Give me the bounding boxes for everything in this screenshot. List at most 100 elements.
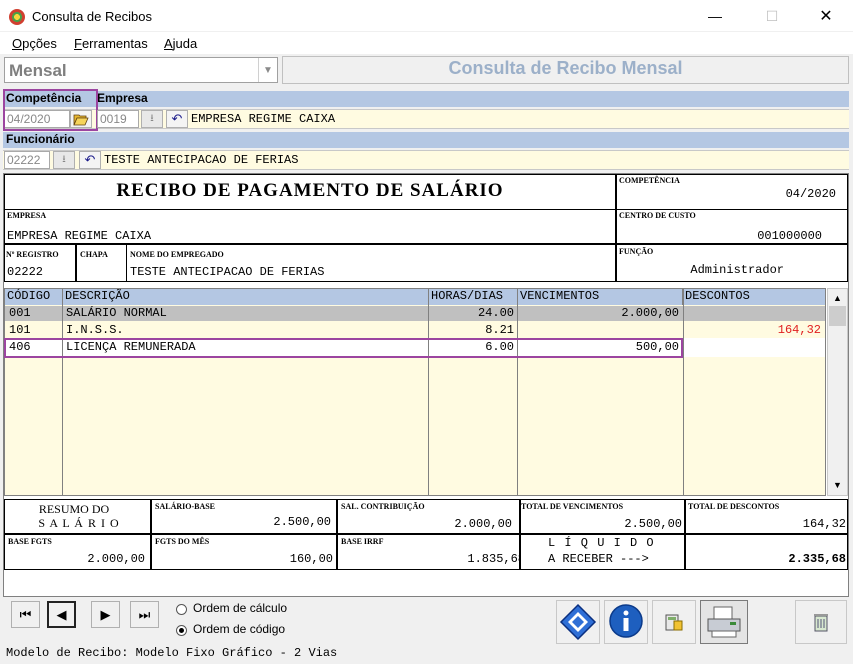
calculator-button[interactable] [652,600,696,644]
empresa-cell-label: EMPRESA [7,211,47,220]
window-title: Consulta de Recibos [32,9,152,24]
empresa-code-input[interactable]: 0019 [97,110,139,128]
funcionario-code-input[interactable]: 02222 [4,151,50,169]
menu-opcoes[interactable]: Opções [12,36,57,51]
order-code-radio[interactable] [176,625,187,636]
fgts-mes-value: 160,00 [289,552,333,566]
total-venc-label: TOTAL DE VENCIMENTOS [521,502,624,511]
centro-custo-value: 001000000 [757,229,822,243]
prev-icon: ◀ [56,606,67,622]
centro-custo-label: CENTRO DE CUSTO [619,211,696,220]
competencia-cell-label: COMPETÊNCIA [619,176,680,185]
menu-ajuda[interactable]: Ajuda [164,36,197,51]
cell-descontos: 164,32 [777,323,821,337]
scroll-down-icon[interactable]: ▼ [829,477,846,493]
cell-vencimentos [518,322,682,339]
liquido-line1: L Í Q U I D O [548,536,655,550]
funcionario-name: TESTE ANTECIPACAO DE FERIAS [104,153,299,167]
chapa-label: CHAPA [80,250,108,259]
empresa-label: Empresa [97,91,148,105]
app-icon [9,9,25,25]
print-button[interactable] [700,600,748,644]
fgts-mes-label: FGTS DO MÊS [155,537,210,546]
sal-contrib-label: SAL. CONTRIBUIÇÃO [341,502,425,511]
first-record-button[interactable]: ⏮ [11,601,40,628]
cell-codigo: 101 [9,323,31,337]
funcionario-undo-icon[interactable]: ↶ [79,151,101,169]
cell-vencimentos: 2.000,00 [621,306,679,320]
calculator-icon [665,614,683,631]
funcionario-download-icon[interactable]: ⭳ [53,151,75,169]
delete-button[interactable] [795,600,847,644]
resumo-line1: RESUMO DO [38,502,110,516]
table-row[interactable]: 101 I.N.S.S. 8.21 164,32 [4,322,824,339]
next-record-button[interactable]: ▶ [91,601,120,628]
col-descontos[interactable]: DESCONTOS [683,289,825,305]
registro-value: 02222 [7,265,44,279]
info-button[interactable] [604,600,648,644]
diamond-arrows-icon [559,603,597,641]
cell-codigo: 001 [9,306,31,320]
order-calc-label[interactable]: Ordem de cálculo [193,601,287,615]
empresa-undo-icon[interactable]: ↶ [166,110,188,128]
nome-label: NOME DO EMPREGADO [130,250,224,259]
cell-descontos [684,339,824,356]
base-irrf-value: 1.835,68 [467,552,525,566]
nome-value: TESTE ANTECIPACAO DE FERIAS [130,265,325,279]
cell-descontos [684,305,824,322]
close-button[interactable]: ✕ [803,0,849,32]
col-horas[interactable]: HORAS/DIAS [429,289,518,305]
mode-select-value: Mensal [9,61,67,80]
cell-horas: 8.21 [485,323,514,337]
cell-horas: 24.00 [477,306,514,320]
mode-title: Consulta de Recibo Mensal [448,58,683,78]
printer-icon [707,606,741,638]
funcao-label: FUNÇÃO [619,247,654,256]
liquido-value: 2.335,68 [788,552,846,566]
salario-base-label: SALÁRIO-BASE [155,502,216,511]
prev-record-button[interactable]: ◀ [47,601,76,628]
total-desc-value: 164,32 [802,517,846,531]
selected-row-highlight [4,338,683,358]
scroll-up-icon[interactable]: ▲ [829,290,846,306]
total-venc-value: 2.500,00 [624,517,682,531]
scroll-thumb[interactable] [829,306,846,326]
last-record-button[interactable]: ⏭ [130,601,159,628]
recalculate-button[interactable] [556,600,600,644]
col-codigo[interactable]: CÓDIGO [5,289,63,305]
resumo-line2: S A L Á R I O [38,516,120,530]
base-fgts-label: BASE FGTS [8,537,52,546]
competencia-highlight [3,89,98,131]
cell-descricao: SALÁRIO NORMAL [66,306,167,320]
empresa-name: EMPRESA REGIME CAIXA [191,112,336,126]
order-code-label[interactable]: Ordem de código [193,622,285,636]
table-row[interactable]: 001 SALÁRIO NORMAL 24.00 2.000,00 [4,305,824,322]
receipt-title: RECIBO DE PAGAMENTO DE SALÁRIO [116,180,504,201]
base-irrf-label: BASE IRRF [341,537,384,546]
funcionario-header [3,132,849,148]
next-icon: ▶ [100,606,111,622]
col-descricao[interactable]: DESCRIÇÃO [63,289,429,305]
info-icon [609,604,643,638]
salario-base-value: 2.500,00 [273,515,331,529]
total-desc-label: TOTAL DE DESCONTOS [688,502,780,511]
maximize-button[interactable]: ☐ [749,0,795,32]
funcao-value: Administrador [690,263,784,277]
sal-contrib-value: 2.000,00 [454,517,512,531]
minimize-button[interactable]: — [692,0,738,32]
chevron-down-icon[interactable]: ▼ [258,58,277,82]
base-fgts-value: 2.000,00 [87,552,145,566]
last-icon: ⏭ [138,606,151,622]
first-icon: ⏮ [19,606,32,622]
order-calc-radio[interactable] [176,604,187,615]
registro-label: Nº REGISTRO [6,250,59,259]
trash-icon [814,614,828,632]
status-text: Modelo de Recibo: Modelo Fixo Gráfico - … [6,646,338,660]
empresa-download-icon[interactable]: ⭳ [141,110,163,128]
menu-ferramentas[interactable]: Ferramentas [74,36,148,51]
liquido-line2: A RECEBER ---> [548,552,649,566]
competencia-cell-value: 04/2020 [785,187,836,201]
col-vencimentos[interactable]: VENCIMENTOS [518,289,683,305]
empresa-cell-value: EMPRESA REGIME CAIXA [7,229,152,243]
cell-descricao: I.N.S.S. [66,323,124,337]
